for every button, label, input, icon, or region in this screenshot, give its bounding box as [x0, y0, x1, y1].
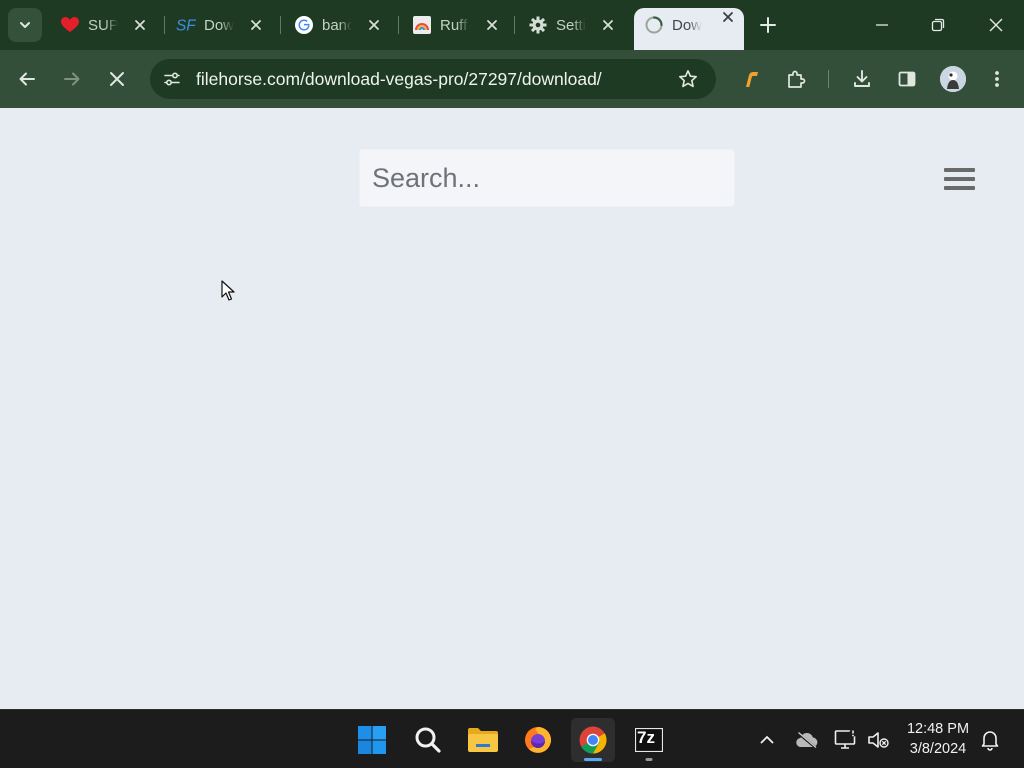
site-info-button[interactable] — [160, 67, 184, 91]
clock-date: 3/8/2024 — [909, 741, 967, 757]
tune-icon — [164, 72, 180, 86]
extension-button[interactable] — [734, 63, 766, 95]
profile-avatar[interactable] — [940, 66, 966, 92]
arrow-left-icon — [19, 72, 35, 86]
search-input[interactable] — [359, 149, 735, 207]
tab-title: Dow — [672, 16, 702, 34]
chrome-menu-button[interactable] — [981, 63, 1013, 95]
stop-loading-button[interactable] — [101, 63, 133, 95]
7zip-button[interactable]: 7z — [627, 718, 671, 762]
svg-text:SF: SF — [176, 17, 196, 34]
notifications-button[interactable] — [977, 727, 1003, 753]
tab-title: Dow — [204, 16, 234, 34]
show-hidden-icons-button[interactable] — [754, 727, 780, 753]
browser-toolbar: filehorse.com/download-vegas-pro/27297/d… — [0, 50, 1024, 108]
taskbar-search-button[interactable] — [406, 718, 450, 762]
toolbar-divider — [828, 70, 829, 88]
tab-separator — [164, 16, 165, 34]
file-explorer-icon — [468, 728, 498, 752]
restore-icon — [931, 18, 945, 32]
mouse-cursor-icon — [221, 280, 235, 301]
download-icon — [854, 70, 870, 87]
tab-google[interactable]: banc — [284, 8, 390, 42]
hamburger-icon[interactable] — [944, 168, 976, 194]
close-tab-icon[interactable] — [364, 15, 384, 35]
firefox-button[interactable] — [516, 718, 560, 762]
puzzle-icon — [788, 70, 806, 88]
tab-separator — [280, 16, 281, 34]
tab-title: Ruff — [440, 16, 468, 34]
arrow-right-icon — [64, 72, 80, 86]
tab-settings[interactable]: Setti — [518, 8, 624, 42]
side-panel-button[interactable] — [891, 63, 923, 95]
side-panel-icon — [898, 71, 916, 87]
back-button[interactable] — [11, 63, 43, 95]
firefox-icon — [525, 727, 551, 753]
new-tab-button[interactable] — [756, 13, 780, 37]
tab-download-sf[interactable]: SF Dow — [166, 8, 272, 42]
google-icon — [294, 15, 314, 35]
rainbow-icon — [412, 15, 432, 35]
more-vertical-icon — [995, 71, 999, 87]
search-icon — [415, 727, 441, 753]
bell-icon — [981, 731, 999, 751]
page-content — [0, 108, 1024, 709]
tab-separator — [514, 16, 515, 34]
cloud-off-icon — [796, 732, 818, 749]
tab-strip: SUPI SF Dow banc Ruff Setti — [0, 0, 1024, 50]
plus-icon — [760, 17, 776, 33]
bookmark-button[interactable] — [676, 67, 700, 91]
avatar-icon — [940, 66, 966, 92]
tab-search-button[interactable] — [8, 8, 42, 42]
start-button[interactable] — [350, 718, 394, 762]
downloads-button[interactable] — [846, 63, 878, 95]
onedrive-tray-button[interactable] — [794, 727, 820, 753]
close-tab-icon[interactable] — [246, 15, 266, 35]
forward-button[interactable] — [56, 63, 88, 95]
file-explorer-button[interactable] — [461, 718, 505, 762]
extension-logo-icon — [746, 72, 758, 87]
minimize-icon — [876, 24, 888, 26]
close-icon — [989, 18, 1003, 32]
close-icon — [110, 72, 124, 86]
extensions-menu-button[interactable] — [780, 63, 812, 95]
close-tab-icon[interactable] — [718, 7, 738, 27]
windows-taskbar: 7z 12:48 PM 3/8/2024 — [0, 709, 1024, 768]
clock-time: 12:48 PM — [906, 721, 970, 737]
volume-muted-icon — [868, 732, 889, 748]
tab-ruff[interactable]: Ruff — [402, 8, 508, 42]
network-tray-button[interactable] — [833, 727, 859, 753]
chevron-up-icon — [760, 735, 774, 744]
close-tab-icon[interactable] — [482, 15, 502, 35]
address-bar[interactable]: filehorse.com/download-vegas-pro/27297/d… — [150, 59, 716, 99]
url-text[interactable]: filehorse.com/download-vegas-pro/27297/d… — [196, 69, 602, 90]
close-window-button[interactable] — [981, 10, 1011, 40]
tab-title: banc — [322, 16, 352, 34]
running-indicator — [645, 758, 653, 761]
taskbar-clock[interactable]: 12:48 PM 3/8/2024 — [902, 719, 974, 759]
chrome-icon — [579, 726, 607, 754]
start-icon — [358, 726, 386, 754]
gear-icon — [528, 15, 548, 35]
restore-button[interactable] — [923, 10, 953, 40]
chevron-down-icon — [20, 22, 30, 28]
loading-icon — [644, 15, 664, 35]
close-tab-icon[interactable] — [598, 15, 618, 35]
network-disconnected-icon — [834, 729, 857, 749]
tab-separator — [398, 16, 399, 34]
tab-title: Setti — [556, 16, 586, 34]
chrome-taskbar-button[interactable] — [571, 718, 615, 762]
volume-tray-button[interactable] — [866, 727, 892, 753]
tab-title: SUPI — [88, 16, 118, 34]
heart-icon — [60, 15, 80, 35]
close-tab-icon[interactable] — [130, 15, 150, 35]
sourceforge-icon: SF — [176, 15, 196, 35]
7zip-label: 7z — [637, 728, 655, 747]
tab-supi[interactable]: SUPI — [50, 8, 156, 42]
tab-download-active[interactable]: Dow — [634, 8, 744, 50]
star-icon — [679, 70, 697, 88]
running-indicator — [584, 758, 602, 761]
minimize-button[interactable] — [867, 10, 897, 40]
